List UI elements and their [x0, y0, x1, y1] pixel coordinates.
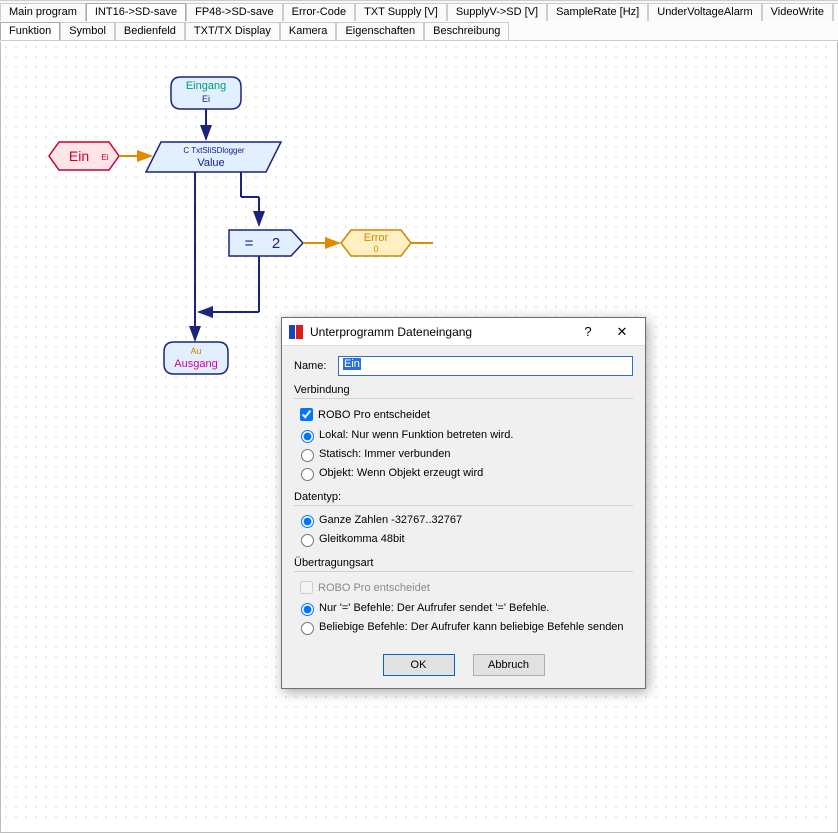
help-button[interactable]: ?	[571, 321, 605, 343]
chk-robo-decides-2: ROBO Pro entscheidet	[296, 578, 633, 597]
close-icon: ✕	[617, 324, 628, 340]
view-tab-0[interactable]: Funktion	[0, 22, 60, 40]
rad-lokal[interactable]: Lokal: Nur wenn Funktion betreten wird.	[296, 427, 633, 443]
close-button[interactable]: ✕	[605, 321, 639, 343]
svg-text:Ausgang: Ausgang	[174, 358, 217, 370]
program-tab-0[interactable]: Main program	[0, 3, 86, 21]
svg-text:C TxtSliSDlogger: C TxtSliSDlogger	[183, 146, 245, 155]
svg-text:0: 0	[373, 244, 378, 254]
rad-gleitkomma[interactable]: Gleitkomma 48bit	[296, 531, 633, 547]
group-uebertragung-label: Übertragungsart	[294, 557, 633, 569]
program-tabs: Main programINT16->SD-saveFP48->SD-saveE…	[0, 1, 838, 21]
program-tab-6[interactable]: SampleRate [Hz]	[547, 3, 648, 21]
cancel-button[interactable]: Abbruch	[473, 654, 545, 676]
program-tab-3[interactable]: Error-Code	[283, 3, 355, 21]
name-input[interactable]: Ein	[338, 356, 633, 376]
view-tabs: FunktionSymbolBedienfeldTXT/TX DisplayKa…	[0, 21, 838, 41]
svg-text:=: =	[245, 235, 254, 252]
program-tab-7[interactable]: UnderVoltageAlarm	[648, 3, 761, 21]
svg-text:Ei: Ei	[202, 94, 210, 104]
app-icon	[288, 324, 304, 340]
node-ausgang[interactable]: Au Ausgang	[164, 342, 228, 374]
chk-robo-decides[interactable]: ROBO Pro entscheidet	[296, 405, 633, 424]
svg-text:Ein: Ein	[69, 148, 89, 164]
node-compare[interactable]: = 2	[229, 230, 303, 256]
rad-statisch[interactable]: Statisch: Immer verbunden	[296, 446, 633, 462]
rad-ganze-zahlen[interactable]: Ganze Zahlen -32767..32767	[296, 512, 633, 528]
svg-text:Error: Error	[364, 232, 389, 244]
svg-text:2: 2	[272, 235, 280, 252]
ok-button[interactable]: OK	[383, 654, 455, 676]
subprogram-input-dialog: Unterprogramm Dateneingang ? ✕ Name: Ein…	[281, 317, 646, 689]
program-tab-8[interactable]: VideoWrite	[762, 3, 833, 21]
program-tab-2[interactable]: FP48->SD-save	[186, 3, 283, 21]
group-datentyp-label: Datentyp:	[294, 491, 633, 503]
program-tab-9[interactable]: Switch	[833, 3, 838, 21]
svg-text:Value: Value	[197, 157, 224, 169]
name-label: Name:	[294, 360, 338, 372]
view-tab-5[interactable]: Eigenschaften	[336, 22, 424, 40]
node-value[interactable]: C TxtSliSDlogger Value	[146, 142, 281, 172]
view-tab-1[interactable]: Symbol	[60, 22, 115, 40]
view-tab-3[interactable]: TXT/TX Display	[185, 22, 280, 40]
editor-content: Eingang Ei Ein Ei C TxtSliSDlogger Value	[0, 42, 838, 833]
svg-text:Au: Au	[190, 346, 201, 356]
rad-objekt[interactable]: Objekt: Wenn Objekt erzeugt wird	[296, 465, 633, 481]
flowchart-canvas[interactable]: Eingang Ei Ein Ei C TxtSliSDlogger Value	[1, 42, 829, 822]
rad-nur-eq[interactable]: Nur '=' Befehle: Der Aufrufer sendet '='…	[296, 600, 633, 616]
view-tab-2[interactable]: Bedienfeld	[115, 22, 185, 40]
node-eingang[interactable]: Eingang Ei	[171, 77, 241, 109]
rad-beliebig[interactable]: Beliebige Befehle: Der Aufrufer kann bel…	[296, 619, 633, 635]
program-tab-5[interactable]: SupplyV->SD [V]	[447, 3, 547, 21]
view-tab-4[interactable]: Kamera	[280, 22, 337, 40]
dialog-titlebar[interactable]: Unterprogramm Dateneingang ? ✕	[282, 318, 645, 346]
view-tab-6[interactable]: Beschreibung	[424, 22, 509, 40]
svg-text:Ei: Ei	[101, 153, 108, 162]
node-error[interactable]: Error 0	[341, 230, 411, 256]
program-tab-1[interactable]: INT16->SD-save	[86, 3, 186, 21]
svg-text:Eingang: Eingang	[186, 80, 226, 92]
dialog-title: Unterprogramm Dateneingang	[310, 325, 571, 339]
program-tab-4[interactable]: TXT Supply [V]	[355, 3, 447, 21]
group-verbindung-label: Verbindung	[294, 384, 633, 396]
node-ein-hex[interactable]: Ein Ei	[49, 142, 119, 170]
